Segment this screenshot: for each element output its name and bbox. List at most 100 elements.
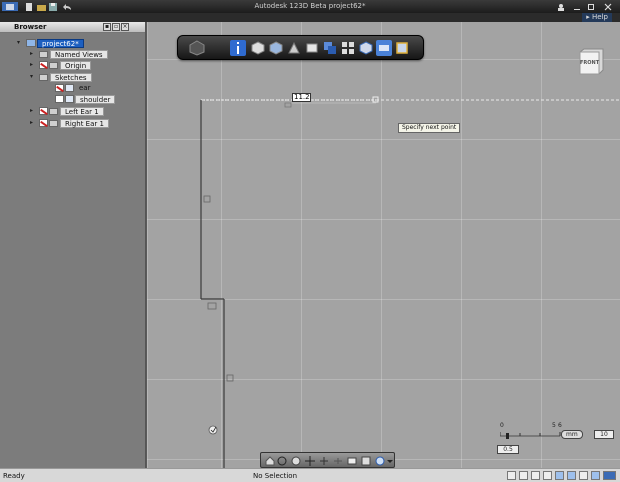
sketch-icon — [65, 95, 74, 103]
browser-header: Browser ▪ ▫ × — [0, 22, 145, 33]
body-icon — [49, 119, 58, 127]
navigation-bar — [260, 452, 395, 468]
visibility-off-icon[interactable] — [55, 84, 64, 92]
modify-button[interactable] — [304, 40, 320, 56]
tree-node-right-ear[interactable]: ▸ Right Ear 1 — [30, 118, 109, 128]
canvas-viewport[interactable]: FRONT 11.2 Specify next point 0 5 6 mm 1… — [147, 22, 620, 468]
expand-arrow-icon[interactable]: ▸ — [30, 62, 36, 68]
folder-icon — [39, 73, 48, 81]
look-at-icon[interactable] — [291, 456, 301, 466]
tree-label-ear: ear — [79, 83, 91, 92]
pattern-button[interactable] — [322, 40, 338, 56]
component-icon — [26, 39, 36, 47]
window-zoom-icon[interactable] — [347, 456, 357, 466]
visibility-on-icon[interactable] — [55, 95, 64, 103]
status-bar: Ready No Selection — [0, 468, 620, 482]
selection-filter-icon[interactable] — [579, 471, 588, 480]
cube-icon — [251, 41, 265, 55]
material-icon — [396, 42, 408, 54]
sketch-tools-button[interactable] — [268, 40, 284, 56]
info-icon — [237, 42, 239, 54]
view-toolbar — [177, 35, 424, 60]
visibility-off-icon[interactable] — [39, 107, 48, 115]
sketch-tools-icon — [269, 41, 283, 55]
restore-icon — [588, 3, 594, 10]
zoom-icon[interactable] — [319, 456, 329, 466]
combine-button[interactable] — [358, 40, 374, 56]
visibility-toggle-icon[interactable] — [567, 471, 576, 480]
modify-icon — [306, 43, 318, 53]
grid-toggle-icon[interactable] — [519, 471, 528, 480]
title-bar: Autodesk 123D Beta project62* — [0, 0, 620, 13]
view-cube[interactable]: FRONT — [578, 48, 604, 76]
measure-button[interactable] — [376, 40, 392, 56]
scale-value-input[interactable]: 0.5 — [497, 445, 519, 454]
visibility-off-icon[interactable] — [39, 61, 48, 69]
minimize-icon — [574, 8, 580, 10]
tree-label-left-ear: Left Ear 1 — [60, 106, 104, 116]
nav-dropdown-icon[interactable] — [387, 456, 393, 466]
unit-selector[interactable]: mm — [561, 430, 583, 439]
app-window: Autodesk 123D Beta project62* ▸ Help Bro… — [0, 0, 620, 482]
tree-node-ear[interactable]: ear — [55, 83, 94, 93]
expand-arrow-icon[interactable]: ▸ — [30, 51, 36, 57]
scale-ruler[interactable] — [500, 430, 562, 440]
visibility-off-icon[interactable] — [39, 119, 48, 127]
info-button[interactable] — [230, 40, 246, 56]
pan-icon[interactable] — [305, 456, 315, 466]
browser-panel: Browser ▪ ▫ × ▾ project62* ▸ Named Views… — [0, 22, 146, 468]
tree-node-origin[interactable]: ▸ Origin — [30, 60, 92, 70]
close-icon — [604, 3, 612, 10]
scale-max-input[interactable]: 10 — [594, 430, 614, 439]
tree-node-left-ear[interactable]: ▸ Left Ear 1 — [30, 106, 104, 116]
layout-toggle-icon[interactable] — [543, 471, 552, 480]
minimize-button[interactable] — [572, 2, 582, 11]
toolbar-logo-icon — [186, 40, 208, 56]
restore-button[interactable] — [586, 2, 596, 11]
folder-icon — [49, 61, 58, 69]
scale-tick-label: 5 — [552, 422, 556, 429]
tree-node-sketches[interactable]: ▾ Sketches — [30, 72, 92, 82]
account-icon[interactable] — [556, 2, 566, 11]
tree-label-shoulder: shoulder — [75, 94, 116, 104]
display-mode-icon[interactable] — [361, 456, 371, 466]
view-mode-icon[interactable] — [555, 471, 564, 480]
expand-arrow-icon[interactable]: ▸ — [30, 108, 36, 114]
pattern-icon — [324, 42, 336, 54]
folder-icon — [39, 50, 48, 58]
browser-close-button[interactable]: × — [121, 23, 129, 31]
status-selection-text: No Selection — [253, 472, 298, 480]
snap-toggle-icon[interactable] — [507, 471, 516, 480]
visual-style-icon[interactable] — [375, 456, 385, 466]
tree-node-project[interactable]: ▾ project62* — [17, 38, 84, 48]
ortho-toggle-icon[interactable] — [531, 471, 540, 480]
construct-button[interactable] — [286, 40, 302, 56]
settings-icon[interactable] — [603, 471, 616, 480]
dimension-input[interactable]: 11.2 — [292, 93, 311, 102]
help-button[interactable]: ▸ Help — [582, 13, 612, 22]
construct-icon — [288, 41, 300, 54]
close-button[interactable] — [603, 2, 613, 11]
grouping-button[interactable] — [340, 40, 356, 56]
scale-control: 0 5 6 mm 10 0.5 — [494, 418, 618, 462]
help-strip: ▸ Help — [0, 13, 620, 22]
orbit-icon[interactable] — [277, 456, 287, 466]
home-view-icon[interactable] — [265, 456, 275, 466]
browser-pin-button[interactable]: ▪ — [103, 23, 111, 31]
workspace-icon[interactable] — [591, 471, 600, 480]
status-left-text: Ready — [3, 472, 25, 480]
browser-float-button[interactable]: ▫ — [112, 23, 120, 31]
tree-node-shoulder[interactable]: shoulder — [55, 94, 116, 104]
tree-node-named-views[interactable]: ▸ Named Views — [30, 49, 108, 59]
tree-label-project: project62* — [37, 38, 84, 48]
tree-label-right-ear: Right Ear 1 — [60, 118, 109, 128]
fit-icon[interactable] — [333, 456, 343, 466]
collapse-arrow-icon[interactable]: ▾ — [17, 40, 23, 46]
view-cube-label: FRONT — [580, 60, 600, 66]
material-button[interactable] — [394, 40, 410, 56]
sketch-geometry[interactable] — [147, 22, 620, 468]
expand-arrow-icon[interactable]: ▸ — [30, 120, 36, 126]
tree-label-named-views: Named Views — [50, 49, 108, 59]
collapse-arrow-icon[interactable]: ▾ — [30, 74, 36, 80]
primitives-button[interactable] — [250, 40, 266, 56]
